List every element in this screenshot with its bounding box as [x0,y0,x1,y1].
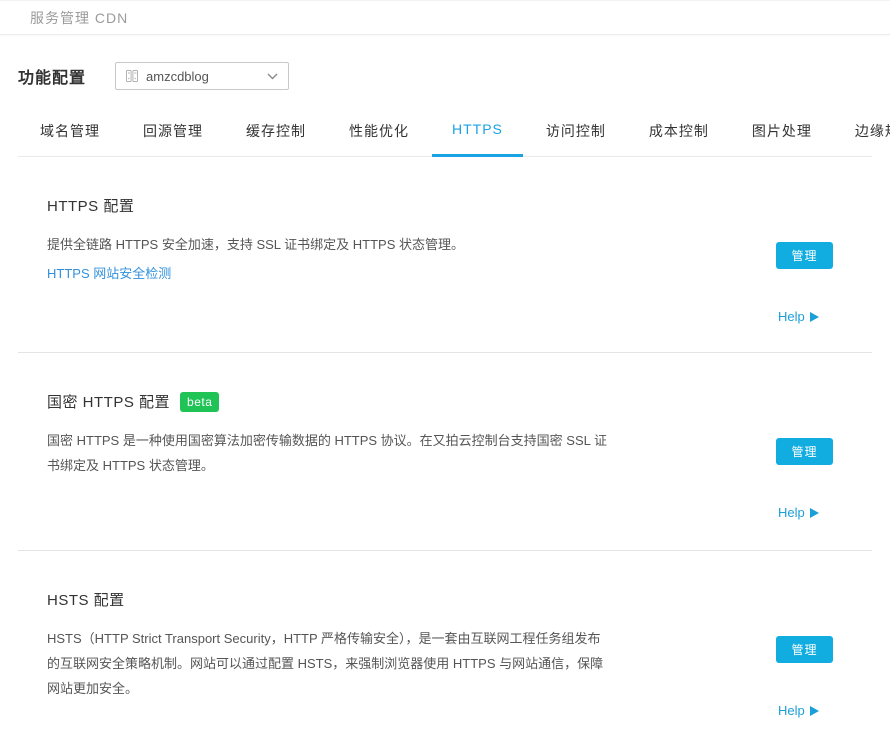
tab-access-control[interactable]: 访问控制 [526,112,626,156]
top-bar: 服务管理 CDN [0,0,890,35]
section-description: 提供全链路 HTTPS 安全加速，支持 SSL 证书绑定及 HTTPS 状态管理… [47,232,612,257]
help-link[interactable]: Help [778,309,819,324]
section-title: 国密 HTTPS 配置 beta [47,391,612,412]
section-description: 国密 HTTPS 是一种使用国密算法加密传输数据的 HTTPS 协议。在又拍云控… [47,428,612,478]
https-security-check-link[interactable]: HTTPS 网站安全检测 [47,263,171,282]
manage-button[interactable]: 管理 [776,636,833,663]
tab-performance[interactable]: 性能优化 [329,112,429,156]
tab-origin-management[interactable]: 回源管理 [123,112,223,156]
help-link-label: Help [778,309,805,324]
chevron-down-icon [267,73,278,80]
main-content: 功能配置 amzcdblog 域名管理 回源管理 [0,62,890,734]
service-selector-dropdown[interactable]: amzcdblog [115,62,289,90]
service-selector-value: amzcdblog [146,69,267,84]
tab-cost-control[interactable]: 成本控制 [629,112,729,156]
tab-image-processing[interactable]: 图片处理 [732,112,832,156]
section-title-text: HSTS 配置 [47,589,125,610]
manage-button[interactable]: 管理 [776,438,833,465]
section-https-config: HTTPS 配置 提供全链路 HTTPS 安全加速，支持 SSL 证书绑定及 H… [18,157,872,353]
breadcrumb: 服务管理 CDN [30,8,128,28]
section-hsts-config: HSTS 配置 HSTS（HTTP Strict Transport Secur… [18,551,872,734]
tab-https[interactable]: HTTPS [432,112,523,156]
help-link-label: Help [778,505,805,520]
tab-domain-management[interactable]: 域名管理 [20,112,120,156]
tab-cache-control[interactable]: 缓存控制 [226,112,326,156]
section-title-text: HTTPS 配置 [47,195,134,216]
section-title: HSTS 配置 [47,589,612,610]
help-link-label: Help [778,703,805,718]
play-right-icon [810,706,819,716]
play-right-icon [810,312,819,322]
section-gm-https-config: 国密 HTTPS 配置 beta 国密 HTTPS 是一种使用国密算法加密传输数… [18,353,872,551]
section-description: HSTS（HTTP Strict Transport Security，HTTP… [47,626,612,701]
feature-tab-bar: 域名管理 回源管理 缓存控制 性能优化 HTTPS 访问控制 成本控制 图片处理… [18,112,872,157]
beta-badge: beta [180,392,219,412]
help-link[interactable]: Help [778,703,819,718]
page-title: 功能配置 [18,64,86,88]
service-icon [125,69,139,83]
help-link[interactable]: Help [778,505,819,520]
tab-edge-rules[interactable]: 边缘规则 [835,112,890,156]
section-title: HTTPS 配置 [47,195,612,216]
manage-button[interactable]: 管理 [776,242,833,269]
section-title-text: 国密 HTTPS 配置 [47,391,170,412]
config-header-row: 功能配置 amzcdblog [18,62,872,90]
play-right-icon [810,508,819,518]
